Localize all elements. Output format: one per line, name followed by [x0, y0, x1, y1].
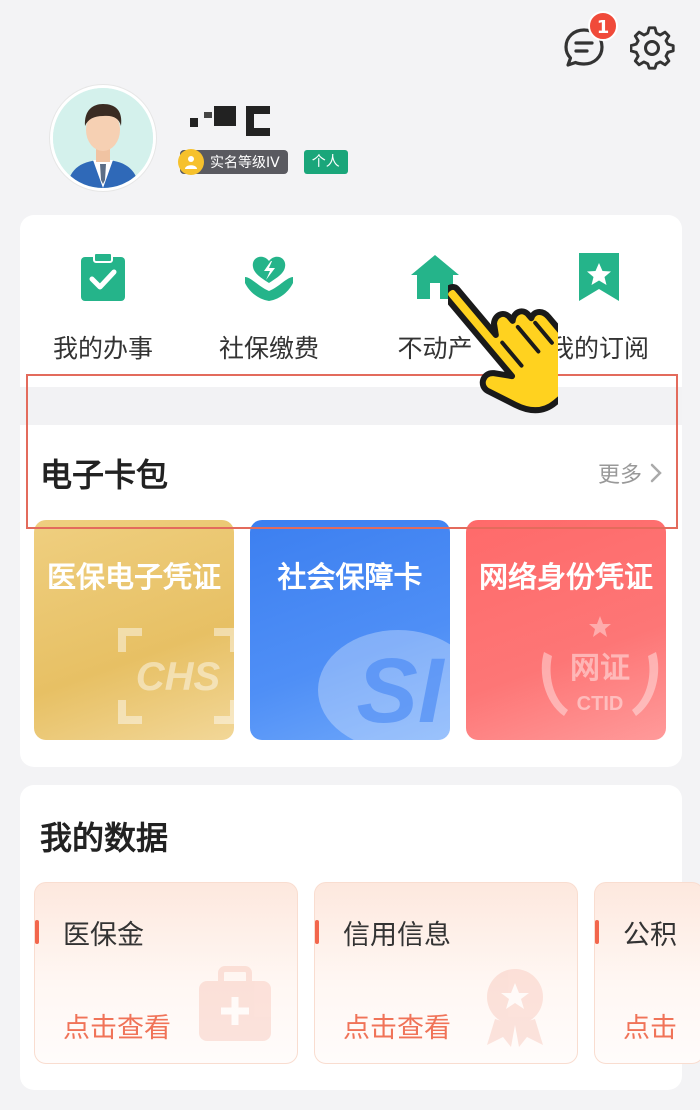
settings-button[interactable] — [629, 26, 676, 72]
quick-action-label: 社保缴费 — [218, 334, 319, 363]
ecard-title: 网络身份凭证 — [478, 560, 653, 594]
data-item-name: 信用信息 — [343, 920, 451, 951]
ctid-seal-icon: 网证 CTID — [541, 616, 659, 716]
view-action[interactable]: 点击查看 — [343, 1006, 451, 1045]
profile-badges: 实名等级IV 个人 — [178, 149, 348, 175]
svg-text:CTID: CTID — [577, 693, 624, 715]
username-obscured — [188, 100, 278, 140]
card-network-identity-voucher[interactable]: 网络身份凭证 网证 CTID — [466, 520, 666, 740]
hands-bolt-icon — [245, 256, 293, 301]
card-social-security-card[interactable]: 社会保障卡 SI — [250, 520, 450, 740]
data-item-medical-insurance-fund[interactable]: 医保金 点击查看 — [34, 882, 298, 1064]
ecard-title: 医保电子凭证 — [46, 560, 221, 594]
bookmark-star-icon — [579, 253, 619, 301]
ecard-title: 社会保障卡 — [277, 560, 423, 594]
accent-bar — [315, 920, 319, 944]
accent-bar — [595, 920, 599, 944]
message-count-badge: 1 — [588, 11, 618, 41]
accent-bar — [35, 920, 39, 944]
my-data-title: 我的数据 — [40, 819, 169, 857]
data-item-name: 公积 — [623, 920, 677, 951]
user-portrait-icon — [53, 88, 153, 188]
account-type-badge: 个人 — [303, 150, 348, 174]
user-level-icon — [178, 149, 204, 175]
medical-kit-icon — [199, 966, 271, 1041]
social-security-logo-icon: SI — [318, 630, 450, 740]
award-ribbon-icon — [487, 969, 543, 1047]
data-item-provident-fund[interactable]: 公积 点击 — [594, 882, 700, 1064]
my-data-card: 我的数据 医保金 点击查看 信用信息 点击查看 公积 点击 — [20, 785, 700, 1090]
quick-action-label: 我的办事 — [52, 334, 153, 363]
clipboard-check-icon — [81, 252, 125, 301]
view-action[interactable]: 点击查看 — [63, 1006, 171, 1045]
quick-action-social-security-payment[interactable]: 社保缴费 — [186, 251, 352, 365]
top-bar: 1 — [0, 0, 700, 90]
gear-icon — [629, 26, 675, 70]
pointing-hand-icon — [448, 284, 558, 414]
highlight-box — [26, 374, 678, 529]
data-item-name: 医保金 — [63, 920, 144, 951]
svg-text:网证: 网证 — [570, 651, 630, 686]
view-action[interactable]: 点击 — [623, 1006, 677, 1045]
chs-logo-icon: CHS — [118, 628, 234, 724]
verification-level-text: 实名等级IV — [210, 155, 280, 171]
avatar[interactable] — [50, 85, 156, 191]
svg-text:CHS: CHS — [136, 655, 221, 699]
data-item-credit-info[interactable]: 信用信息 点击查看 — [314, 882, 578, 1064]
quick-action-my-affairs[interactable]: 我的办事 — [20, 251, 186, 365]
verification-level-badge: 实名等级IV — [178, 149, 288, 175]
card-medical-insurance-voucher[interactable]: 医保电子凭证 CHS — [34, 520, 234, 740]
svg-text:SI: SI — [357, 640, 446, 740]
quick-actions: 我的办事 社保缴费 不动产 我的订阅 — [20, 251, 682, 381]
